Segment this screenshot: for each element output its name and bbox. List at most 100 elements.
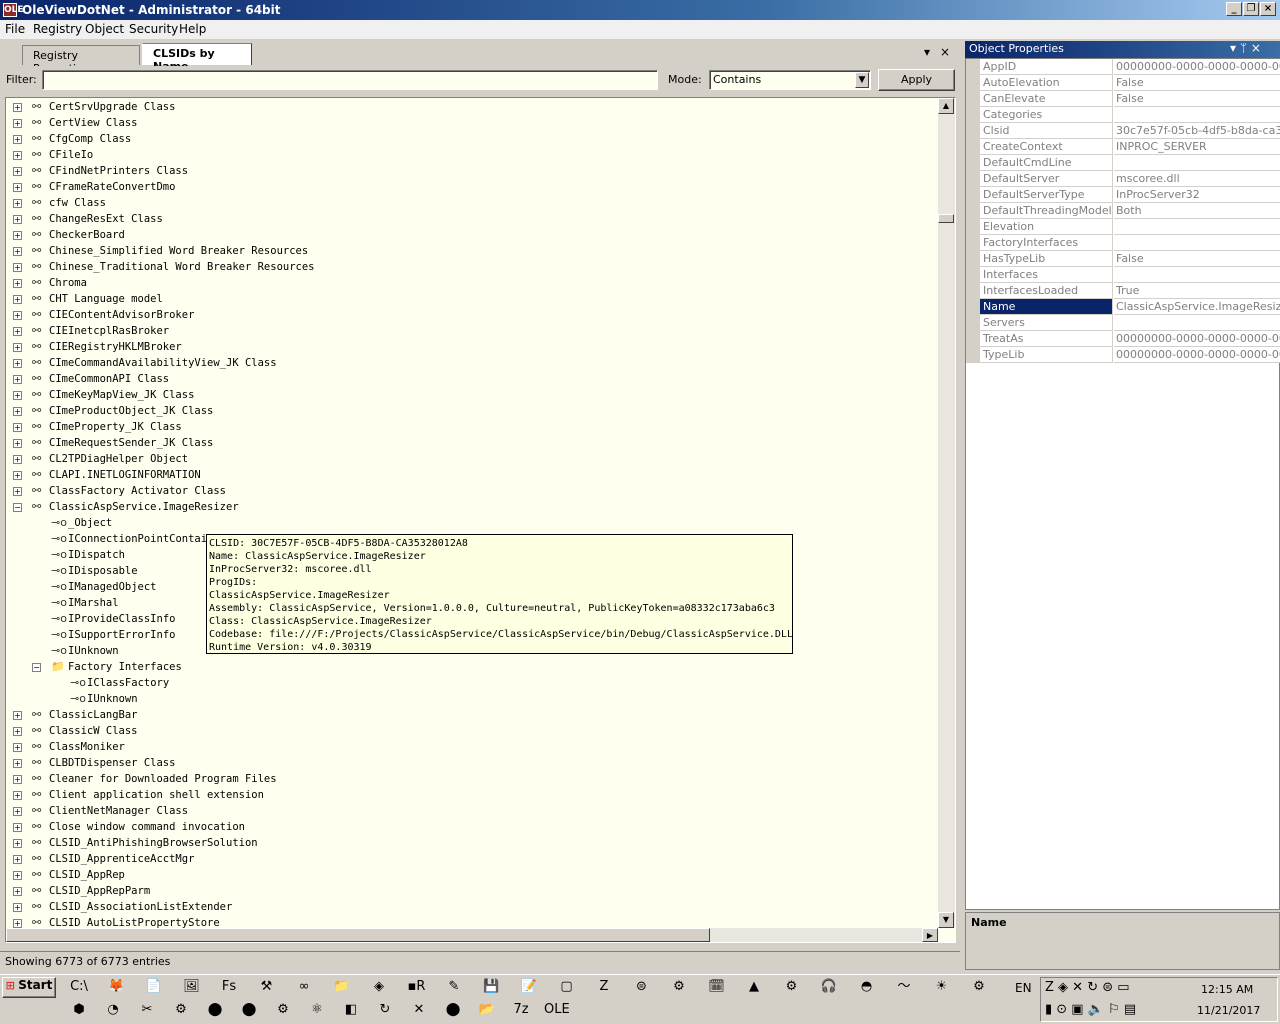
taskbar-app-icon[interactable]: ⬤ bbox=[442, 1000, 464, 1020]
expand-icon[interactable]: + bbox=[13, 231, 22, 240]
property-row[interactable]: AppID00000000-0000-0000-0000-00000 bbox=[966, 59, 1280, 75]
expand-icon[interactable]: + bbox=[13, 439, 22, 448]
tree-class-node[interactable]: + ⚯ CLBDTDispenser Class bbox=[6, 755, 938, 771]
expand-icon[interactable]: + bbox=[13, 135, 22, 144]
property-row[interactable]: DefaultServerType InProcServer32 bbox=[966, 187, 1280, 203]
expand-icon[interactable]: + bbox=[13, 423, 22, 432]
expand-icon[interactable]: + bbox=[13, 887, 22, 896]
close-button[interactable]: × bbox=[1260, 2, 1276, 16]
tree-class-node[interactable]: + ⚯ CImeProductObject_JK Class bbox=[6, 403, 938, 419]
scroll-down-icon[interactable]: ▼ bbox=[938, 912, 954, 928]
tree-class-node[interactable]: + ⚯ CLAPI.INETLOGINFORMATION bbox=[6, 467, 938, 483]
hscroll-thumb[interactable] bbox=[6, 928, 710, 942]
menu-file[interactable]: File bbox=[5, 22, 25, 36]
tree-class-node[interactable]: + ⚯ Client application shell extension bbox=[6, 787, 938, 803]
vertical-scrollbar[interactable]: ▲ ▼ bbox=[938, 98, 955, 928]
tree-class-node[interactable]: + ⚯ ChangeResExt Class bbox=[6, 211, 938, 227]
expand-icon[interactable]: + bbox=[13, 775, 22, 784]
taskbar-app-icon[interactable]: ⚙ bbox=[968, 977, 990, 997]
menu-help[interactable]: Help bbox=[179, 22, 206, 36]
expand-icon[interactable]: + bbox=[13, 807, 22, 816]
expand-icon[interactable]: + bbox=[13, 855, 22, 864]
expand-icon[interactable]: + bbox=[13, 407, 22, 416]
close-tab-icon[interactable]: × bbox=[940, 45, 950, 59]
tree-class-node[interactable]: + ⚯ CfgComp Class bbox=[6, 131, 938, 147]
expand-icon[interactable]: + bbox=[13, 343, 22, 352]
tree-class-node[interactable]: + ⚯ CLSID_ApprenticeAcctMgr bbox=[6, 851, 938, 867]
taskbar-app-icon[interactable]: ⬤ bbox=[238, 1000, 260, 1020]
tree-class-node[interactable]: + ⚯ CL2TPDiagHelper Object bbox=[6, 451, 938, 467]
expand-icon[interactable]: + bbox=[13, 295, 22, 304]
language-indicator[interactable]: EN bbox=[1015, 981, 1032, 995]
mode-select[interactable]: Contains ▼ bbox=[709, 70, 871, 90]
tree-class-node[interactable]: + ⚯ ClassMoniker bbox=[6, 739, 938, 755]
tree-class-node[interactable]: + ⚯ CFindNetPrinters Class bbox=[6, 163, 938, 179]
taskbar-app-icon[interactable]: ⬤ bbox=[204, 1000, 226, 1020]
taskbar-app-icon[interactable]: ☀ bbox=[931, 977, 953, 997]
clsid-tree[interactable]: + ⚯ CertSrvUpgrade Class + ⚯ CertView Class + ⚯… bbox=[5, 97, 956, 943]
taskbar-app-icon[interactable]: ▪R bbox=[406, 977, 428, 997]
expand-icon[interactable]: + bbox=[13, 759, 22, 768]
property-row[interactable]: DefaultCmdLine bbox=[966, 155, 1280, 171]
collapse-icon[interactable]: − bbox=[13, 503, 22, 512]
tree-folder-node[interactable]: − 📁 Factory Interfaces bbox=[6, 659, 938, 675]
tree-class-node[interactable]: + ⚯ CImeCommandAvailabilityView_JK Class bbox=[6, 355, 938, 371]
tree-class-node[interactable]: + ⚯ Chinese_Simplified Word Breaker Resour… bbox=[6, 243, 938, 259]
property-row[interactable]: TypeLib00000000-0000-0000-0000-00000 bbox=[966, 347, 1280, 363]
taskbar-app-icon[interactable]: ∞ bbox=[293, 977, 315, 997]
taskbar-app-icon[interactable]: ⚙ bbox=[272, 1000, 294, 1020]
expand-icon[interactable]: + bbox=[13, 167, 22, 176]
property-row[interactable]: TreatAs00000000-0000-0000-0000-00000 bbox=[966, 331, 1280, 347]
taskbar-app-icon[interactable]: ◓ bbox=[856, 977, 878, 997]
taskbar-app-icon[interactable]: 💾 bbox=[481, 977, 503, 997]
property-row[interactable]: Interfaces bbox=[966, 267, 1280, 283]
minimize-button[interactable]: _ bbox=[1226, 2, 1242, 16]
apply-button[interactable]: Apply bbox=[878, 69, 955, 91]
taskbar-app-icon[interactable]: 📂 bbox=[476, 1000, 498, 1020]
property-row[interactable]: HasTypeLib False bbox=[966, 251, 1280, 267]
taskbar-app-icon[interactable]: ✂ bbox=[136, 1000, 158, 1020]
tray-icons-bottom[interactable]: ▮ ⊙ ▣ 🔈 ⚐ ▤ bbox=[1045, 1002, 1136, 1017]
expand-icon[interactable]: + bbox=[13, 247, 22, 256]
expand-icon[interactable]: + bbox=[13, 919, 22, 928]
tree-class-node[interactable]: + ⚯ ClientNetManager Class bbox=[6, 803, 938, 819]
pin-icon[interactable]: ▾ ᛘ × bbox=[1230, 41, 1261, 55]
scroll-thumb[interactable] bbox=[938, 214, 954, 223]
tree-class-node[interactable]: + ⚯ CImeKeyMapView_JK Class bbox=[6, 387, 938, 403]
tree-class-node[interactable]: + ⚯ CertSrvUpgrade Class bbox=[6, 99, 938, 115]
tab-registry-properties[interactable]: Registry Properties bbox=[22, 45, 140, 75]
tree-class-node[interactable]: + ⚯ ClassFactory Activator Class bbox=[6, 483, 938, 499]
expand-icon[interactable]: + bbox=[13, 311, 22, 320]
menu-registry[interactable]: Registry bbox=[33, 22, 82, 36]
expand-icon[interactable]: + bbox=[13, 903, 22, 912]
property-row[interactable]: Servers bbox=[966, 315, 1280, 331]
taskbar-app-icon[interactable]: 🦊 bbox=[106, 977, 128, 997]
tree-class-node[interactable]: + ⚯ ClassicW Class bbox=[6, 723, 938, 739]
tree-class-node[interactable]: + ⚯ CHT Language model bbox=[6, 291, 938, 307]
taskbar-app-icon[interactable]: C:\ bbox=[68, 977, 90, 997]
taskbar-app-icon[interactable]: 🎧 bbox=[818, 977, 840, 997]
taskbar-app-icon[interactable]: 〜 bbox=[893, 977, 915, 997]
taskbar-app-icon[interactable]: 🖼 bbox=[181, 977, 203, 997]
expand-icon[interactable]: + bbox=[13, 263, 22, 272]
tree-class-node[interactable]: + ⚯ CIEInetcplRasBroker bbox=[6, 323, 938, 339]
taskbar-app-icon[interactable]: 7z bbox=[510, 1000, 532, 1020]
tree-class-node[interactable]: + ⚯ CImeRequestSender_JK Class bbox=[6, 435, 938, 451]
taskbar-app-icon[interactable]: ⚙ bbox=[170, 1000, 192, 1020]
expand-icon[interactable]: + bbox=[13, 359, 22, 368]
property-row[interactable]: DefaultServer mscoree.dll bbox=[966, 171, 1280, 187]
tree-class-node[interactable]: + ⚯ CLSID_AppRep bbox=[6, 867, 938, 883]
property-row[interactable]: InterfacesLoaded True bbox=[966, 283, 1280, 299]
tree-class-node[interactable]: + ⚯ CLSID_AssociationListExtender bbox=[6, 899, 938, 915]
tree-class-node[interactable]: + ⚯ CFrameRateConvertDmo bbox=[6, 179, 938, 195]
property-grid[interactable]: AppID00000000-0000-0000-0000-00000AutoEl… bbox=[965, 58, 1280, 910]
expand-icon[interactable]: + bbox=[13, 183, 22, 192]
expand-icon[interactable]: + bbox=[13, 391, 22, 400]
chevron-down-icon[interactable]: ▼ bbox=[855, 72, 869, 88]
tree-class-node[interactable]: + ⚯ Chinese_Traditional Word Breaker Resou… bbox=[6, 259, 938, 275]
expand-icon[interactable]: + bbox=[13, 743, 22, 752]
property-row[interactable]: Name ClassicAspService.ImageResizer bbox=[966, 299, 1280, 315]
start-button[interactable]: ⊞ Start bbox=[2, 977, 56, 998]
expand-icon[interactable]: + bbox=[13, 279, 22, 288]
tree-class-node[interactable]: + ⚯ CertView Class bbox=[6, 115, 938, 131]
